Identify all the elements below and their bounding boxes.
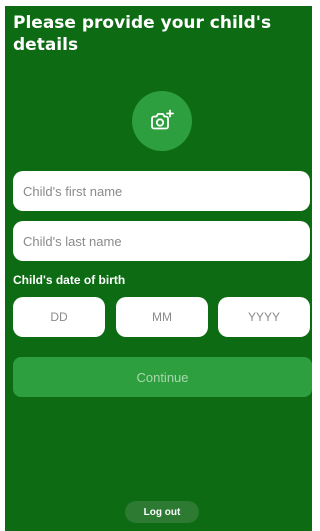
child-details-screen: Please provide your child's details Chil… <box>5 6 312 531</box>
dob-year-input[interactable] <box>218 297 310 337</box>
last-name-input[interactable] <box>13 221 310 261</box>
first-name-input[interactable] <box>13 171 310 211</box>
dob-label: Child's date of birth <box>13 273 126 287</box>
continue-button[interactable]: Continue <box>13 357 312 397</box>
camera-plus-icon <box>149 109 175 133</box>
dob-day-input[interactable] <box>13 297 105 337</box>
dob-month-input[interactable] <box>116 297 208 337</box>
page-title: Please provide your child's details <box>13 13 272 55</box>
add-photo-button[interactable] <box>132 91 192 151</box>
logout-button[interactable]: Log out <box>125 501 199 523</box>
